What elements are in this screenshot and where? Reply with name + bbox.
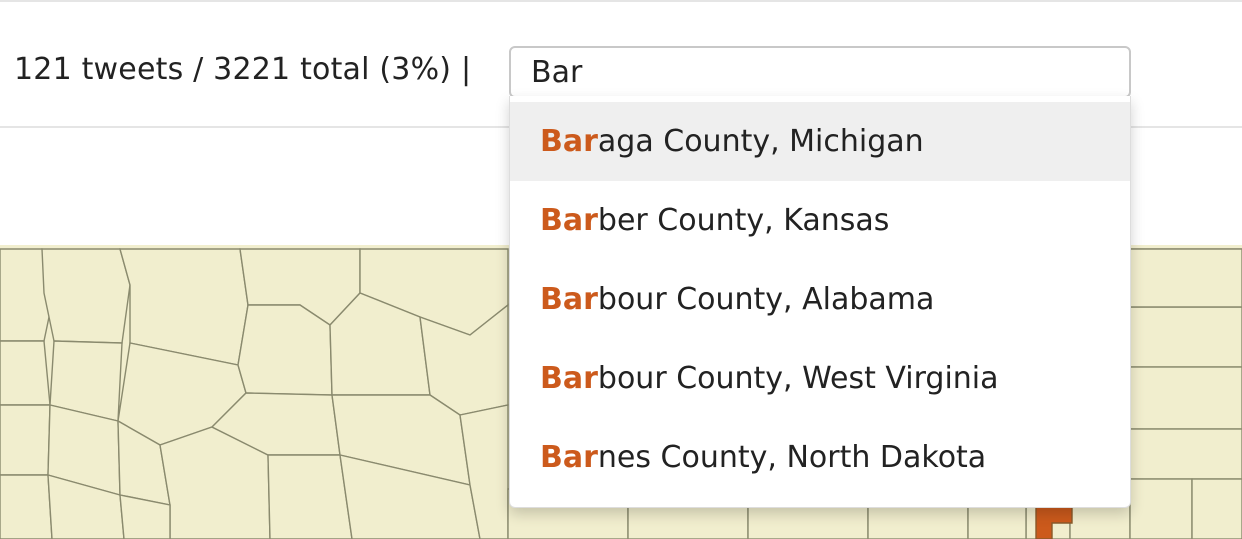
autocomplete-match: Bar <box>540 361 598 396</box>
county-search-box[interactable] <box>509 46 1131 98</box>
autocomplete-match: Bar <box>540 282 598 317</box>
autocomplete-rest: nes County, North Dakota <box>598 440 986 475</box>
autocomplete-rest: ber County, Kansas <box>598 203 889 238</box>
county-search-input[interactable] <box>529 54 1111 91</box>
tweet-count-status: 121 tweets / 3221 total (3%) | <box>14 52 471 87</box>
autocomplete-rest: bour County, Alabama <box>598 282 934 317</box>
autocomplete-dropdown: Baraga County, Michigan Barber County, K… <box>509 96 1131 508</box>
autocomplete-item[interactable]: Barber County, Kansas <box>510 181 1130 260</box>
autocomplete-rest: bour County, West Virginia <box>598 361 999 396</box>
autocomplete-match: Bar <box>540 124 598 159</box>
autocomplete-match: Bar <box>540 203 598 238</box>
autocomplete-item[interactable]: Baraga County, Michigan <box>510 102 1130 181</box>
autocomplete-item[interactable]: Barbour County, West Virginia <box>510 339 1130 418</box>
autocomplete-match: Bar <box>540 440 598 475</box>
autocomplete-item[interactable]: Barnes County, North Dakota <box>510 418 1130 497</box>
autocomplete-item[interactable]: Barbour County, Alabama <box>510 260 1130 339</box>
autocomplete-rest: aga County, Michigan <box>598 124 924 159</box>
